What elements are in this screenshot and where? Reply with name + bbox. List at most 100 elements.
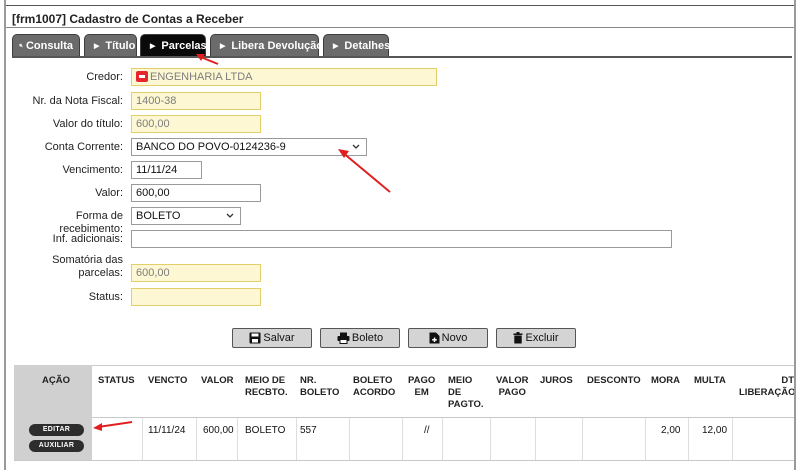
header-valor: VALOR [201,375,234,386]
column-separator [535,418,536,460]
header-meio-recbto-line2: RECBTO. [245,387,288,398]
excluir-label: Excluir [525,332,559,344]
chevron-down-icon [352,144,360,149]
header-valor-pago-line2: PAGO [498,387,526,398]
novo-label: Novo [441,332,468,344]
cell-valor: 600,00 [203,425,234,436]
title-divider [6,27,794,28]
somatoria-label-line1: Somatória das [52,254,123,266]
header-pago-em-line2: EM [414,387,429,398]
header-valor-pago-line1: VALOR [496,375,529,386]
header-mora: MORA [651,375,681,386]
header-nr-boleto-line1: NR. [300,375,317,386]
header-boleto-acordo-line2: ACORDO [353,387,396,398]
window-title: [frm1007] Cadastro de Contas a Receber [12,12,244,26]
header-vencto: VENCTO [148,375,188,386]
cell-mora: 2,00 [661,425,681,436]
header-valor-pago: VALOR PAGO [496,375,529,399]
header-meio-pagto-line3: PAGTO. [448,399,484,410]
valor-label: Valor: [95,187,123,199]
column-separator [196,418,197,460]
credor-value: ENGENHARIA LTDA [150,71,253,83]
column-separator [442,418,443,460]
editar-button[interactable]: EDITAR [29,424,84,436]
header-nr-boleto-line2: BOLETO [300,387,340,398]
forma-recebimento-select[interactable]: BOLETO [131,207,241,225]
column-separator [582,418,583,460]
column-separator [349,418,350,460]
novo-button[interactable]: Novo [408,328,488,348]
window-top-border [6,5,794,6]
forma-recebimento-value: BOLETO [136,210,181,222]
tab-detalhes-label: Detalhes [344,39,391,52]
header-meio-pagto-line1: MEIO [448,375,473,386]
vencimento-label: Vencimento: [62,164,123,176]
nota-fiscal-field: 1400-38 [131,92,261,110]
header-nr-boleto: NR. BOLETO [300,375,339,399]
tab-underline [12,56,792,58]
tab-titulo-label: Título [105,39,136,52]
header-juros: JUROS [540,375,573,386]
new-file-icon [429,332,440,344]
header-boleto-acordo-line1: BOLETO [353,375,393,386]
status-field [131,288,261,306]
triangle-right-icon: ▶ [220,42,226,50]
conta-corrente-value: BANCO DO POVO-0124236-9 [136,141,286,153]
header-meio-pagto-line2: DE [448,387,462,398]
inf-adicionais-input[interactable] [131,230,672,248]
cell-meio-recbto: BOLETO [245,425,286,436]
vencimento-input[interactable]: 11/11/24 [131,161,202,179]
valor-titulo-label: Valor do título: [52,118,123,130]
credor-label: Credor: [86,71,123,83]
triangle-right-icon: ▶ [333,42,339,50]
cell-nr-boleto: 557 [300,425,317,436]
auxiliar-button[interactable]: AUXILIAR [29,440,84,452]
valor-input[interactable]: 600,00 [131,184,261,202]
valor-titulo-field: 600,00 [131,115,261,133]
conta-corrente-select[interactable]: BANCO DO POVO-0124236-9 [131,138,367,156]
tab-consulta[interactable]: Consulta [12,34,80,56]
triangle-right-icon: ▶ [94,42,100,50]
cell-vencto: 11/11/24 [148,425,186,436]
triangle-right-icon: ▶ [150,42,156,50]
header-dt-liberacao-line2: LIBERAÇÃO [739,387,794,398]
header-dt-liberacao-line1: DT [781,375,794,386]
tab-titulo[interactable]: ▶ Título [84,34,137,56]
credor-status-icon [136,71,148,82]
window-right-border [794,0,796,470]
header-meio-recbto: MEIO DE RECBTO. [245,375,288,399]
somatoria-field: 600,00 [131,264,261,282]
header-multa: MULTA [694,375,726,386]
salvar-label: Salvar [263,332,295,344]
tab-parcelas-label: Parcelas [161,39,207,52]
tab-parcelas[interactable]: ▶ Parcelas [140,34,207,56]
tab-consulta-label: Consulta [25,39,73,52]
excluir-button[interactable]: Excluir [496,328,576,348]
header-acao: AÇÃO [42,375,70,386]
somatoria-label-line2: parcelas: [78,267,123,279]
conta-corrente-label: Conta Corrente: [44,141,123,153]
column-separator [296,418,297,460]
column-separator [490,418,491,460]
cell-pago-em: // [424,425,430,436]
column-separator [732,418,733,460]
column-separator [645,418,646,460]
header-meio-recbto-line1: MEIO DE [245,375,286,386]
cell-multa: 12,00 [702,425,728,436]
grid-row-divider [14,460,794,461]
nota-fiscal-label: Nr. da Nota Fiscal: [32,95,123,107]
search-icon [19,43,23,48]
header-desconto: DESCONTO [587,375,641,386]
header-dt-liberacao: DT LIBERAÇÃO [739,375,794,399]
header-pago-em-line1: PAGO [408,375,436,386]
header-status: STATUS [98,375,135,386]
salvar-button[interactable]: Salvar [232,328,312,348]
tab-libera-devolucao[interactable]: ▶ Libera Devolução [210,34,323,56]
chevron-down-icon [226,213,234,218]
column-separator [237,418,238,460]
header-boleto-acordo: BOLETO ACORDO [353,375,395,399]
header-pago-em: PAGO EM [408,375,435,399]
boleto-button[interactable]: Boleto [320,328,400,348]
column-separator [142,418,143,460]
tab-detalhes[interactable]: ▶ Detalhes [323,34,391,56]
